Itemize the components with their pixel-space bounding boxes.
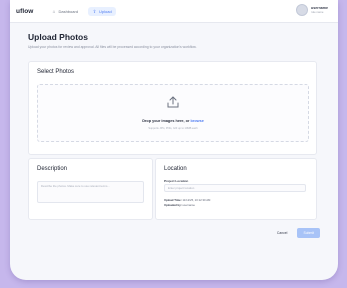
- drop-hint: Supports JPG, PNG, GIF up to 10MB each: [148, 127, 198, 130]
- select-photos-title: Select Photos: [37, 69, 75, 75]
- description-textarea[interactable]: Describe the photos. Make sure to use re…: [37, 181, 144, 203]
- avatar: [296, 4, 309, 16]
- nav-item-label: Dashboard: [58, 8, 79, 14]
- description-title: Description: [37, 166, 68, 172]
- page-subtitle: Upload your photos for review and approv…: [28, 45, 197, 49]
- nav-item-upload[interactable]: ⇧ Upload: [88, 6, 116, 16]
- page-title: Upload Photos: [28, 32, 88, 42]
- upload-page: Upload Photos Upload your photos for rev…: [28, 28, 320, 238]
- cloud-upload-icon: [167, 96, 179, 108]
- nav-item-dashboard[interactable]: ⌂ Dashboard: [47, 7, 82, 16]
- main-nav: ⌂ Dashboard ⇧ Upload: [47, 6, 116, 16]
- uploaded-by-label: Uploaded by:: [164, 203, 182, 207]
- form-actions: Cancel Submit: [273, 228, 320, 238]
- top-bar: uflow ⌂ Dashboard ⇧ Upload username role…: [10, 0, 338, 23]
- submit-button[interactable]: Submit: [297, 228, 320, 238]
- home-icon: ⌂: [52, 8, 56, 14]
- drop-instructions: Drop your images here, or browse: [38, 119, 308, 123]
- cancel-button[interactable]: Cancel: [273, 229, 292, 237]
- upload-icon: ⇧: [92, 8, 97, 14]
- location-title: Location: [164, 166, 187, 172]
- user-role: role name: [311, 10, 324, 14]
- project-location-label: Project Location: [164, 179, 189, 183]
- select-photos-card: Select Photos Drop your images here, or …: [28, 61, 317, 155]
- app-window: uflow ⌂ Dashboard ⇧ Upload username role…: [10, 0, 338, 280]
- user-menu[interactable]: username role name: [296, 4, 328, 16]
- uploaded-by-value: username: [182, 203, 195, 207]
- uploaded-by: Uploaded by: username: [164, 203, 195, 207]
- location-card: Location Project Location Enter project …: [155, 158, 317, 220]
- drop-text: Drop your images here, or: [142, 119, 191, 123]
- browse-link[interactable]: browse: [191, 119, 204, 123]
- upload-time: Upload Time: 11/12/25, 10:12:30 AM: [164, 198, 210, 202]
- description-card: Description Describe the photos. Make su…: [28, 158, 153, 220]
- project-location-input[interactable]: Enter project location: [164, 184, 306, 192]
- upload-time-value: 11/12/25, 10:12:30 AM: [182, 198, 211, 202]
- app-logo: uflow: [16, 7, 34, 15]
- photo-dropzone[interactable]: Drop your images here, or browse Support…: [37, 84, 309, 142]
- upload-time-label: Upload Time:: [164, 198, 182, 202]
- nav-item-label: Upload: [99, 8, 112, 14]
